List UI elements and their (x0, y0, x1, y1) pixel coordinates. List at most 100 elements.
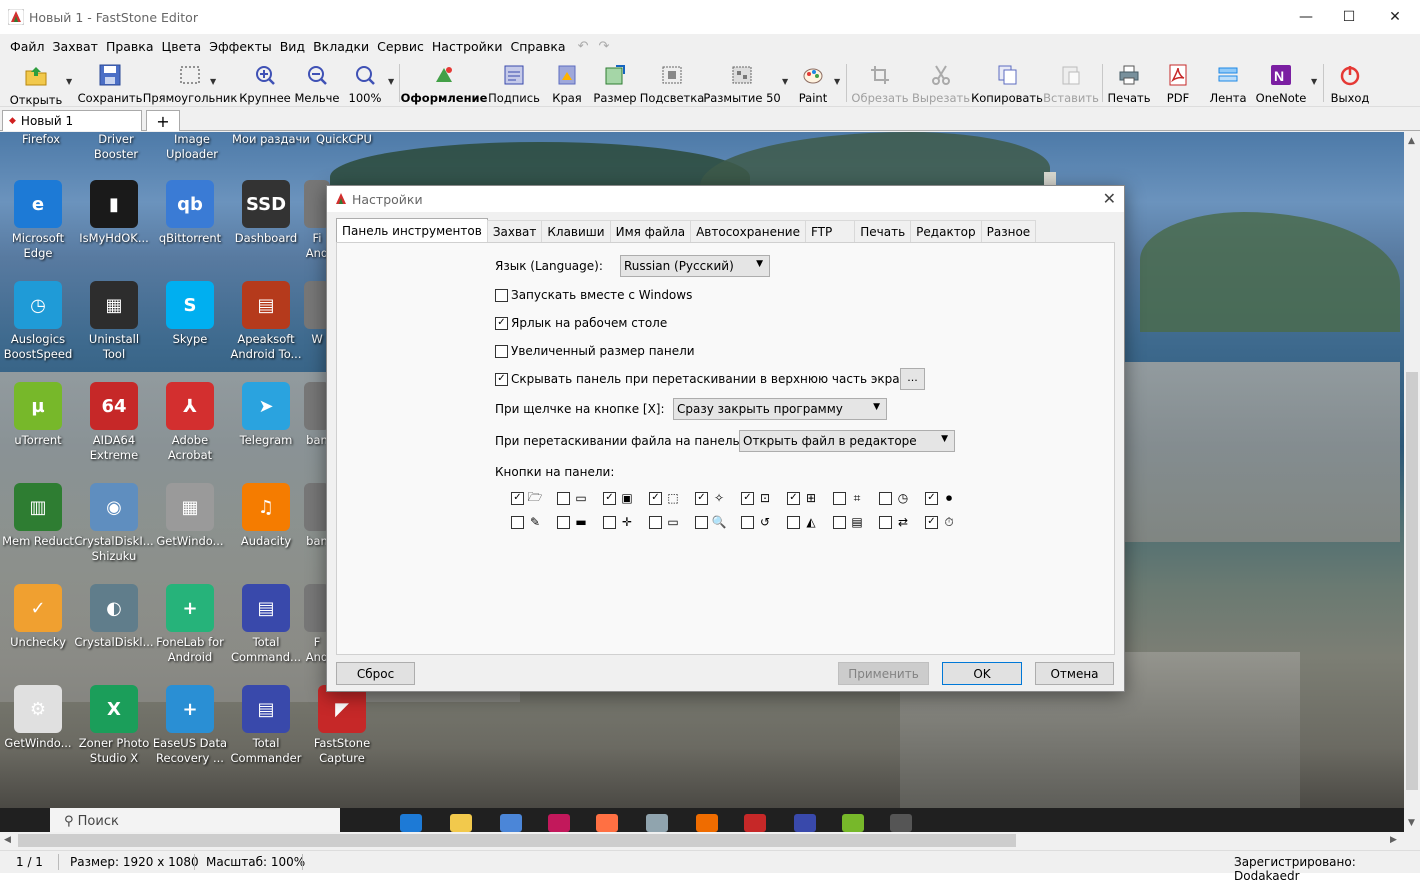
menu-service[interactable]: Сервис (373, 39, 428, 54)
desktop-icon[interactable]: SSD Dashboard (228, 180, 304, 246)
language-select[interactable]: Russian (Русский) ▼ (620, 255, 770, 277)
add-tab-button[interactable]: + (146, 110, 180, 131)
vertical-scrollbar[interactable]: ▲ ▼ (1404, 132, 1420, 849)
panel-button-option[interactable]: ✓ ⊡ (741, 490, 773, 506)
panel-button-checkbox[interactable]: ✓ (603, 491, 616, 505)
menu-settings[interactable]: Настройки (428, 39, 507, 54)
ok-button[interactable]: OK (942, 662, 1022, 685)
desktop-icon[interactable]: ▤ Total Commander (228, 685, 304, 766)
zoom-100-button[interactable]: 100% (346, 61, 384, 105)
checkbox-hide-panel[interactable]: ✓ (495, 372, 508, 386)
paste-button[interactable]: Вставить (1043, 61, 1099, 105)
menu-colors[interactable]: Цвета (158, 39, 206, 54)
tab-capture[interactable]: Захват (486, 220, 543, 242)
taskbar-app-icon[interactable] (744, 814, 766, 832)
panel-button-checkbox[interactable] (741, 515, 754, 529)
panel-button-option[interactable]: 🔍 (695, 514, 727, 530)
redo-icon[interactable]: ↷ (598, 39, 609, 54)
checkbox-desktop-shortcut[interactable]: ✓ (495, 316, 508, 330)
highlight-button[interactable]: Подсветка (640, 61, 704, 105)
paint-button[interactable]: Paint (795, 61, 831, 105)
desktop-icon[interactable]: S Skype (152, 281, 228, 347)
reset-button[interactable]: Сброс (336, 662, 415, 685)
undo-icon[interactable]: ↶ (578, 39, 589, 54)
paint-dropdown-icon[interactable]: ▼ (834, 77, 840, 86)
panel-button-checkbox[interactable] (879, 491, 892, 505)
desktop-icon[interactable]: ➤ Telegram (228, 382, 304, 448)
menu-edit[interactable]: Правка (102, 39, 158, 54)
panel-button-checkbox[interactable]: ✓ (741, 491, 754, 505)
panel-button-checkbox[interactable]: ✓ (695, 491, 708, 505)
panel-button-option[interactable]: ✓ ⏺ (925, 490, 957, 506)
taskbar-store-icon[interactable] (500, 814, 522, 832)
panel-button-option[interactable]: ⇄ (879, 514, 911, 530)
scroll-left-icon[interactable]: ◀ (4, 835, 11, 845)
close-action-select[interactable]: Сразу закрыть программу ▼ (673, 398, 887, 420)
pdf-button[interactable]: PDF (1162, 61, 1194, 105)
panel-button-checkbox[interactable] (833, 515, 846, 529)
menu-file[interactable]: Файл (6, 39, 49, 54)
panel-button-checkbox[interactable] (557, 515, 570, 529)
rect-dropdown-icon[interactable]: ▼ (210, 77, 216, 86)
taskbar-app-icon[interactable] (548, 814, 570, 832)
ribbon-button[interactable]: Лента (1208, 61, 1248, 105)
taskbar-firefox-icon[interactable] (596, 814, 618, 832)
panel-button-checkbox[interactable] (557, 491, 570, 505)
option-hide-panel[interactable]: ✓ Скрывать панель при перетаскивании в ве… (495, 372, 915, 386)
desktop-icon[interactable]: ▤ Total Command... (228, 584, 304, 665)
onenote-button[interactable]: N OneNote (1254, 61, 1308, 105)
panel-button-checkbox[interactable] (833, 491, 846, 505)
panel-button-option[interactable]: ✎ (511, 514, 543, 530)
horizontal-scrollbar[interactable]: ◀ ▶ (0, 832, 1404, 849)
desktop-icon[interactable]: ⚙ GetWindo... (0, 685, 76, 751)
apply-button[interactable]: Применить (838, 662, 929, 685)
panel-button-option[interactable]: ✓ ⬚ (649, 490, 681, 506)
copy-button[interactable]: Копировать (971, 61, 1043, 105)
save-button[interactable]: Сохранить (78, 61, 142, 105)
menu-help[interactable]: Справка (506, 39, 569, 54)
panel-button-checkbox[interactable] (511, 515, 524, 529)
blur-button[interactable]: Размытие 50 (703, 61, 781, 105)
panel-button-option[interactable]: ✓ ⏱ (925, 514, 957, 530)
panel-button-option[interactable]: ▤ (833, 514, 865, 530)
desktop-icon[interactable]: ▦ GetWindo... (152, 483, 228, 549)
panel-button-checkbox[interactable]: ✓ (649, 491, 662, 505)
desktop-icon[interactable]: + EaseUS Data Recovery ... (152, 685, 228, 766)
taskbar-explorer-icon[interactable] (450, 814, 472, 832)
option-large-panel[interactable]: Увеличенный размер панели (495, 344, 695, 358)
tab-hotkeys[interactable]: Клавиши (541, 220, 611, 242)
caption-button[interactable]: Подпись (488, 61, 540, 105)
tab-filename[interactable]: Имя файла (609, 220, 692, 242)
tab-editor[interactable]: Редактор (910, 220, 982, 242)
checkbox-run-with-windows[interactable] (495, 288, 508, 302)
menu-view[interactable]: Вид (276, 39, 309, 54)
drag-action-select[interactable]: Открыть файл в редакторе ▼ (739, 430, 955, 452)
desktop-icon[interactable]: qb qBittorrent (152, 180, 228, 246)
horizontal-scroll-thumb[interactable] (18, 834, 1016, 847)
zoom-in-button[interactable]: Крупнее (239, 61, 291, 105)
desktop-icon[interactable]: ◷ Auslogics BoostSpeed (0, 281, 76, 362)
tab-toolbar[interactable]: Панель инструментов (336, 218, 488, 242)
panel-button-checkbox[interactable] (879, 515, 892, 529)
taskbar-search[interactable]: ⚲ Поиск (50, 808, 340, 832)
zoom-dropdown-icon[interactable]: ▼ (388, 77, 394, 86)
panel-button-checkbox[interactable] (787, 515, 800, 529)
checkbox-large-panel[interactable] (495, 344, 508, 358)
vertical-scroll-thumb[interactable] (1406, 372, 1418, 790)
resize-button[interactable]: Размер (593, 61, 637, 105)
edges-button[interactable]: Края (550, 61, 584, 105)
menu-capture[interactable]: Захват (49, 39, 102, 54)
panel-button-checkbox[interactable] (649, 515, 662, 529)
print-button[interactable]: Печать (1107, 61, 1151, 105)
minimize-button[interactable]: — (1283, 0, 1329, 34)
tab-autosave[interactable]: Автосохранение (690, 220, 806, 242)
desktop-icon[interactable]: X Zoner Photo Studio X (76, 685, 152, 766)
scroll-right-icon[interactable]: ▶ (1390, 835, 1397, 845)
desktop-icon[interactable]: ✓ Unchecky (0, 584, 76, 650)
panel-button-checkbox[interactable]: ✓ (787, 491, 800, 505)
close-button[interactable]: ✕ (1372, 0, 1418, 34)
panel-button-checkbox[interactable] (603, 515, 616, 529)
panel-button-option[interactable]: ↺ (741, 514, 773, 530)
cut-button[interactable]: Вырезать (912, 61, 970, 105)
desktop-icon[interactable]: ▮ IsMyHdOK... (76, 180, 152, 246)
